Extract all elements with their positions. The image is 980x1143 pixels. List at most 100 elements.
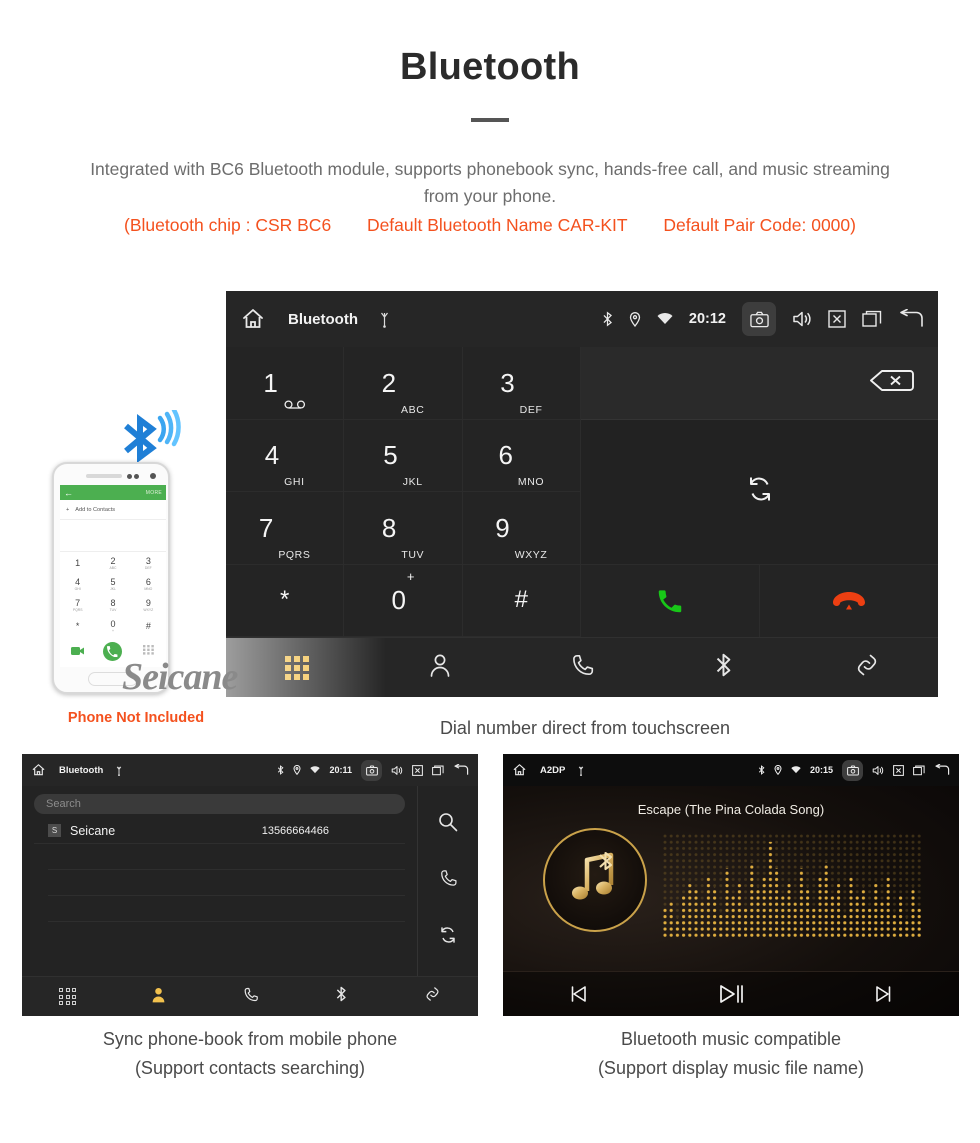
key-1-digit: 1 (263, 367, 278, 398)
music-note-bluetooth-icon (572, 851, 614, 900)
back-icon[interactable] (934, 764, 950, 776)
tab-bluetooth[interactable] (296, 985, 387, 1008)
key-7[interactable]: 7 PQRS (226, 492, 345, 565)
hangup-button[interactable] (760, 564, 938, 637)
volume-icon[interactable] (792, 310, 812, 328)
statusbar-right: 20:12 (586, 302, 924, 336)
spec-pair-code: Default Pair Code: 0000) (663, 215, 856, 235)
tab-link[interactable] (796, 651, 938, 684)
key-9[interactable]: 9 WXYZ (462, 492, 581, 565)
play-pause-icon (720, 985, 743, 1003)
page-subtitle: Integrated with BC6 Bluetooth module, su… (90, 159, 890, 206)
tab-call-history[interactable] (204, 986, 295, 1008)
phone-videocall-icon (70, 647, 84, 655)
key-5[interactable]: 5 JKL (344, 419, 463, 492)
dialer-body: 1 2 ABC 3 DEF 4 GHI 5 JKL 6 MNO 7 PQRS 8… (226, 347, 938, 637)
home-icon[interactable] (31, 763, 46, 777)
contacts-body: Search S Seicane 13566664466 (22, 786, 478, 976)
statusbar-left: Bluetooth (240, 307, 391, 331)
statusbar-right: 20:15 (749, 759, 950, 781)
tab-call-history[interactable] (511, 652, 653, 683)
key-7-letters: PQRS (278, 548, 311, 561)
key-3-letters: DEF (519, 403, 543, 416)
contacts-caption-line1: Sync phone-book from mobile phone (102, 1029, 398, 1049)
volume-icon[interactable] (391, 765, 403, 776)
contacts-title: Bluetooth (59, 764, 104, 776)
phone-key: 7 PQRS (72, 597, 83, 612)
search-input[interactable]: Search (34, 794, 405, 814)
key-5-digit: 5 (383, 440, 398, 471)
camera-icon[interactable] (742, 302, 776, 336)
key-8-digit: 8 (381, 512, 397, 543)
tab-contacts[interactable] (113, 986, 204, 1008)
call-button[interactable] (581, 564, 760, 637)
call-icon[interactable] (438, 868, 458, 893)
contacts-caption: Sync phone-book from mobile phone (Suppo… (22, 1025, 478, 1083)
camera-icon[interactable] (842, 759, 863, 781)
camera-icon[interactable] (361, 759, 382, 781)
key-star[interactable]: * (226, 564, 345, 637)
location-icon (774, 765, 782, 775)
contact-number: 13566664466 (261, 824, 329, 837)
key-5-letters: JKL (402, 476, 423, 488)
phone-keypad: 1 2 ABC 3 DEF 4 GHI 5 JKL 6 MNO 7 PQRS 8 TUV 9W… (60, 552, 166, 636)
previous-track-button[interactable] (503, 984, 655, 1004)
tab-bluetooth[interactable] (653, 651, 795, 684)
key-4[interactable]: 4 GHI (226, 419, 345, 492)
music-caption-line1: Bluetooth music compatible (620, 1029, 842, 1049)
phone-key: 0 + (110, 618, 116, 633)
tab-dialpad[interactable] (226, 655, 368, 680)
search-icon[interactable] (438, 812, 458, 837)
recents-icon[interactable] (432, 765, 444, 776)
close-box-icon[interactable] (828, 310, 846, 328)
phone-add-contact-label: Add to Contacts (75, 506, 116, 513)
transfer-audio-icon[interactable] (745, 474, 775, 509)
key-6[interactable]: 6 MNO (462, 419, 581, 492)
page-title: Bluetooth (400, 46, 580, 88)
spec-chip: (Bluetooth chip : CSR BC6 (124, 215, 332, 235)
home-icon[interactable] (512, 763, 527, 777)
tab-dialpad[interactable] (22, 988, 113, 1005)
dialer-tabbar (226, 637, 938, 697)
wifi-icon (310, 766, 321, 774)
tab-link[interactable] (387, 985, 478, 1008)
phone-key: 9 WXYZ (143, 597, 154, 612)
close-box-icon[interactable] (893, 764, 904, 776)
location-icon (629, 311, 641, 327)
contact-row[interactable]: S Seicane 13566664466 (34, 818, 405, 844)
dialer-title: Bluetooth (288, 310, 358, 328)
key-8[interactable]: 8 TUV (344, 492, 463, 565)
key-0[interactable]: 0 + (344, 564, 463, 637)
key-7-digit: 7 (258, 512, 274, 543)
dialpad-icon (59, 988, 77, 1005)
now-playing-title: Escape (The Pina Colada Song) (637, 802, 825, 817)
sync-icon[interactable] (438, 925, 458, 950)
call-actions-row (581, 564, 938, 637)
next-track-button[interactable] (807, 984, 959, 1004)
key-0-digit: 0 (391, 585, 406, 616)
key-1[interactable]: 1 (226, 347, 345, 420)
recents-icon[interactable] (913, 765, 925, 776)
recents-icon[interactable] (862, 310, 882, 328)
key-2-digit: 2 (381, 367, 397, 398)
close-box-icon[interactable] (412, 764, 423, 776)
back-icon[interactable] (453, 764, 469, 776)
bluetooth-icon (602, 311, 613, 327)
bluetooth-icon (277, 765, 284, 775)
play-pause-button[interactable] (655, 983, 807, 1005)
tab-contacts[interactable] (368, 652, 510, 683)
backspace-icon[interactable] (869, 368, 914, 398)
key-2[interactable]: 2 ABC (344, 347, 463, 420)
phone-key: # (145, 620, 151, 631)
hangup-icon (833, 591, 865, 610)
volume-icon[interactable] (872, 765, 884, 776)
back-icon[interactable] (898, 309, 924, 329)
title-divider (471, 118, 509, 122)
statusbar-right: 20:11 (268, 759, 469, 781)
home-icon[interactable] (240, 307, 266, 331)
bluetooth-icon (335, 985, 348, 1008)
brand-watermark: Seicane (122, 656, 238, 698)
key-hash[interactable]: # (462, 564, 581, 637)
key-3[interactable]: 3 DEF (462, 347, 581, 420)
phone-earpiece (86, 474, 122, 478)
